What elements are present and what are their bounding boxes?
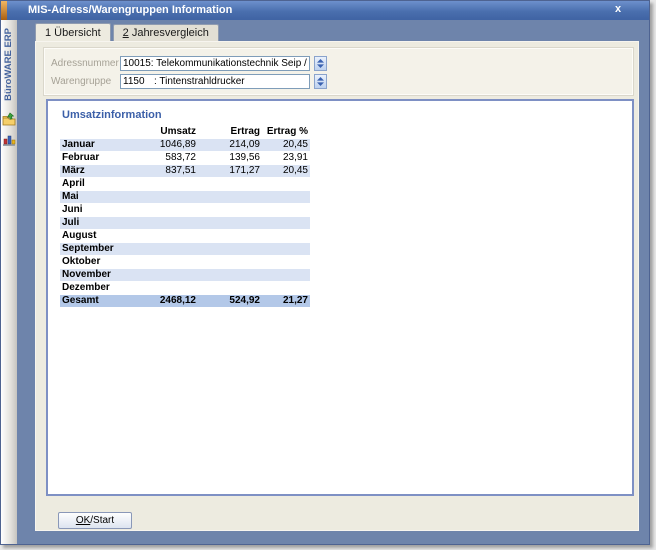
month-column-header — [60, 126, 138, 138]
adressnummer-label: Adressnummer — [51, 58, 120, 69]
table-row: März 837,51 171,27 20,45 — [60, 165, 310, 177]
table-row: Juni — [60, 204, 310, 216]
table-row: Februar 583,72 139,56 23,91 — [60, 152, 310, 164]
tab-jahresvergleich-label: Jahresvergleich — [129, 27, 209, 39]
table-total-row: Gesamt 2468,12 524,92 21,27 — [60, 295, 310, 307]
content-panel: Adressnummer 10015: Telekommunikationste… — [35, 41, 639, 531]
adressnummer-row: Adressnummer 10015: Telekommunikationste… — [51, 55, 327, 71]
sidebar: BüroWARE ERP — [1, 20, 17, 544]
ok-start-button-label: /Start — [90, 515, 114, 526]
up-down-arrows-icon — [317, 77, 324, 86]
table-row: Januar 1046,89 214,09 20,45 — [60, 139, 310, 151]
table-row: Dezember — [60, 282, 310, 294]
warengruppe-name: : Tintenstrahldrucker — [154, 76, 245, 87]
warengruppe-code: 1150 — [123, 75, 154, 88]
ok-start-button-mnemonic: OK — [76, 515, 90, 526]
filter-groupbox: Adressnummer 10015: Telekommunikationste… — [44, 48, 633, 95]
umsatz-column-header: Umsatz — [138, 126, 198, 138]
open-folder-icon[interactable] — [2, 112, 16, 126]
table-row: Mai — [60, 191, 310, 203]
umsatz-table: Umsatz Ertrag Ertrag % Januar 1046,89 21… — [60, 125, 310, 308]
tab-uebersicht[interactable]: 1 Übersicht — [35, 23, 111, 41]
tab-jahresvergleich[interactable]: 2 Jahresvergleich — [113, 24, 219, 41]
mis-window: MIS-Adress/Warengruppen Information x Bü… — [0, 0, 650, 545]
titlebar-accent — [1, 1, 7, 20]
umsatz-panel: Umsatzinformation Umsatz Ertrag Ertrag %… — [46, 99, 634, 496]
table-row: August — [60, 230, 310, 242]
table-row: November — [60, 269, 310, 281]
tab-uebersicht-label: 1 Übersicht — [45, 27, 101, 39]
warengruppe-field[interactable]: 1150: Tintenstrahldrucker — [120, 74, 310, 89]
titlebar: MIS-Adress/Warengruppen Information x — [1, 1, 649, 20]
adressnummer-spinner-button[interactable] — [314, 56, 327, 71]
warengruppe-row: Warengruppe 1150: Tintenstrahldrucker — [51, 73, 327, 89]
adressnummer-field[interactable]: 10015: Telekommunikationstechnik Seip / … — [120, 56, 310, 71]
ertrag-column-header: Ertrag — [198, 126, 262, 138]
tab-bar: 1 Übersicht 2 Jahresvergleich — [35, 24, 221, 41]
statistics-chart-icon[interactable] — [2, 133, 16, 147]
close-icon[interactable]: x — [611, 3, 625, 17]
umsatz-panel-title: Umsatzinformation — [62, 109, 162, 121]
warengruppe-spinner-button[interactable] — [314, 74, 327, 89]
table-header-row: Umsatz Ertrag Ertrag % — [60, 126, 310, 138]
brand-vertical-text: BüroWARE ERP — [3, 28, 14, 101]
ertrag-pct-column-header: Ertrag % — [262, 126, 310, 138]
ok-start-button[interactable]: OK/Start — [58, 512, 132, 529]
up-down-arrows-icon — [317, 59, 324, 68]
table-row: April — [60, 178, 310, 190]
window-title: MIS-Adress/Warengruppen Information — [28, 4, 232, 16]
warengruppe-label: Warengruppe — [51, 76, 120, 87]
table-row: September — [60, 243, 310, 255]
table-row: Juli — [60, 217, 310, 229]
table-row: Oktober — [60, 256, 310, 268]
